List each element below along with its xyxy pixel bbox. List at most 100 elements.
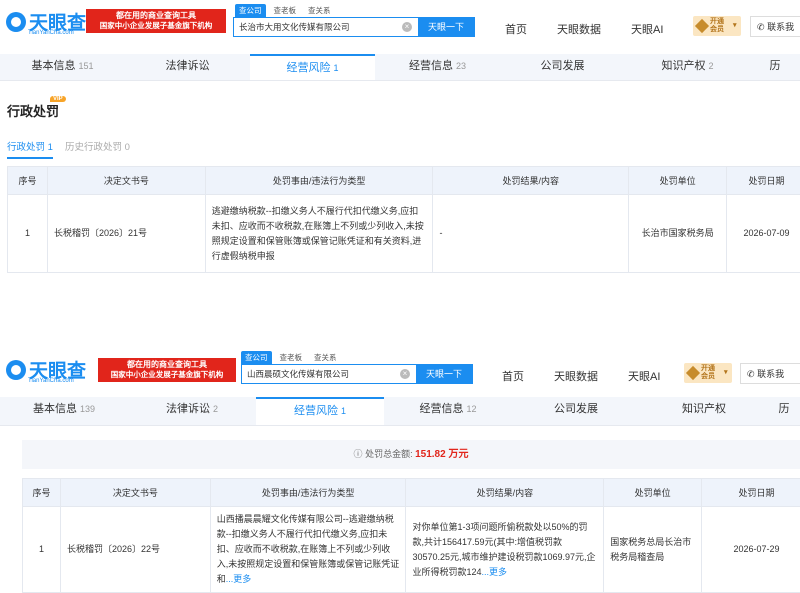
search-input[interactable]: 长治市大用文化传媒有限公司 × <box>234 18 418 36</box>
subtab-history-penalty[interactable]: 历史行政处罚 0 <box>65 139 130 159</box>
nav-ai[interactable]: 天眼AI <box>628 368 660 384</box>
section-title: 行政处罚 <box>7 104 59 119</box>
tab-label: 基本信息 <box>33 403 77 415</box>
tab-label: 经营信息 <box>419 403 463 415</box>
tab-boss-search[interactable]: 查老板 <box>270 4 301 17</box>
penalty-unit: 长治市国家税务局 <box>629 195 727 273</box>
tab-label: 公司发展 <box>541 60 585 72</box>
contact-button[interactable]: ✆ 联系我 <box>750 16 800 37</box>
tab-count: 1 <box>334 63 339 73</box>
tab-label: 知识产权 <box>661 60 705 72</box>
more-link[interactable]: ...更多 <box>482 567 508 577</box>
section-header: 行政处罚 VIP <box>7 101 59 120</box>
penalty-reason: 逃避缴纳税款--扣缴义务人不履行代扣代缴义务,应扣未扣、应收而不收税款,在账簿上… <box>205 195 433 273</box>
subtab-admin-penalty[interactable]: 行政处罚 1 <box>7 139 53 159</box>
doc-number-link[interactable]: 长税稽罚〔2026〕21号 <box>47 195 205 273</box>
logo-eye-icon <box>6 360 26 380</box>
penalty-summary: ⓘ 处罚总金额: 151.82 万元 <box>22 440 800 469</box>
table-row: 1 长税稽罚〔2026〕21号 逃避缴纳税款--扣缴义务人不履行代扣代缴义务,应… <box>8 195 800 273</box>
tab-1[interactable]: 法律诉讼 <box>125 54 250 80</box>
doc-number-link[interactable]: 长税稽罚〔2026〕22号 <box>60 507 210 593</box>
tab-company-search[interactable]: 查公司 <box>235 4 266 17</box>
tab-label: 法律诉讼 <box>166 403 210 415</box>
nav-ai[interactable]: 天眼AI <box>631 21 663 37</box>
tab-relation-search[interactable]: 查关系 <box>310 351 341 364</box>
penalty-total: 151.82 万元 <box>415 449 468 460</box>
tab-label: 法律诉讼 <box>166 60 210 72</box>
query-tabs: 查公司 查老板 查关系 <box>235 4 335 17</box>
tab-label: 历 <box>770 60 781 72</box>
main-tabs: 基本信息 151法律诉讼 经营风险 1经营信息 23公司发展 知识产权 2历 <box>0 54 800 81</box>
phone-icon: ✆ <box>747 369 755 379</box>
penalty-result: 对你单位第1-3项问题所偷税款处以50%的罚款,共计156417.59元(其中:… <box>406 507 604 593</box>
main-tabs: 基本信息 139法律诉讼 2经营风险 1经营信息 12公司发展 知识产权 历 <box>0 397 800 426</box>
penalty-date: 2026-07-09 <box>727 195 800 273</box>
nav-data[interactable]: 天眼数据 <box>557 21 601 37</box>
contact-button[interactable]: ✆ 联系我 <box>740 363 800 384</box>
diamond-icon <box>695 19 709 33</box>
clear-icon[interactable]: × <box>400 369 410 379</box>
vip-badge: VIP <box>50 96 66 102</box>
penalty-result: - <box>433 195 629 273</box>
tab-6[interactable]: 历 <box>768 397 800 425</box>
slogan-banner: 都在用的商业查询工具 国家中小企业发展子基金旗下机构 <box>98 358 236 382</box>
top-nav: 首页 天眼数据 天眼AI <box>505 21 663 37</box>
search-bar: 山西晨硕文化传媒有限公司 × 天眼一下 <box>241 364 473 384</box>
table-row: 1 长税稽罚〔2026〕22号 山西播晨晨耀文化传媒有限公司--逃避缴纳税款--… <box>23 507 800 593</box>
tab-5[interactable]: 知识产权 2 <box>625 54 750 80</box>
tab-relation-search[interactable]: 查关系 <box>304 4 335 17</box>
penalty-table: 序号 决定文书号 处罚事由/违法行为类型 处罚结果/内容 处罚单位 处罚日期 1… <box>22 478 800 593</box>
slogan-banner: 都在用的商业查询工具 国家中小企业发展子基金旗下机构 <box>86 9 226 33</box>
logo[interactable]: 天眼查 TianYanCha.com <box>6 8 86 35</box>
sub-tabs: 行政处罚 1 历史行政处罚 0 <box>7 139 130 159</box>
nav-home[interactable]: 首页 <box>505 21 527 37</box>
caret-down-icon: ▾ <box>733 22 737 30</box>
vip-button[interactable]: 开通会员 ▾ <box>693 16 741 36</box>
tab-3[interactable]: 经营信息 12 <box>384 397 512 425</box>
diamond-icon <box>686 366 700 380</box>
tab-count: 2 <box>709 61 714 71</box>
tab-5[interactable]: 知识产权 <box>640 397 768 425</box>
penalty-reason: 山西播晨晨耀文化传媒有限公司--逃避缴纳税款--扣缴义务人不履行代扣代缴义务,应… <box>210 507 406 593</box>
tab-count: 151 <box>79 61 94 71</box>
search-button[interactable]: 天眼一下 <box>416 365 472 383</box>
tab-2[interactable]: 经营风险 1 <box>256 397 384 425</box>
tab-4[interactable]: 公司发展 <box>500 54 625 80</box>
tab-boss-search[interactable]: 查老板 <box>276 351 307 364</box>
tab-1[interactable]: 法律诉讼 2 <box>128 397 256 425</box>
tab-0[interactable]: 基本信息 151 <box>0 54 125 80</box>
tab-3[interactable]: 经营信息 23 <box>375 54 500 80</box>
tab-count: 23 <box>456 61 466 71</box>
tab-label: 经营信息 <box>409 60 453 72</box>
clear-icon[interactable]: × <box>402 22 412 32</box>
nav-data[interactable]: 天眼数据 <box>554 368 598 384</box>
tab-0[interactable]: 基本信息 139 <box>0 397 128 425</box>
search-input[interactable]: 山西晨硕文化传媒有限公司 × <box>242 365 416 383</box>
search-bar: 长治市大用文化传媒有限公司 × 天眼一下 <box>233 17 475 37</box>
tab-label: 历 <box>779 403 790 415</box>
tab-label: 经营风险 <box>286 62 330 74</box>
query-tabs: 查公司 查老板 查关系 <box>241 351 341 364</box>
tab-label: 基本信息 <box>31 60 75 72</box>
tab-company-search[interactable]: 查公司 <box>241 351 272 364</box>
tab-count: 139 <box>80 404 95 414</box>
more-link[interactable]: ...更多 <box>226 574 252 584</box>
question-icon: ⓘ <box>354 449 363 459</box>
search-button[interactable]: 天眼一下 <box>418 18 474 36</box>
tab-label: 公司发展 <box>554 403 598 415</box>
logo-eye-icon <box>6 12 26 32</box>
table-header-row: 序号 决定文书号 处罚事由/违法行为类型 处罚结果/内容 处罚单位 处罚日期 <box>23 479 800 507</box>
tab-count: 2 <box>213 404 218 414</box>
penalty-date: 2026-07-29 <box>702 507 800 593</box>
row-index: 1 <box>8 195 48 273</box>
vip-button[interactable]: 开通会员 ▾ <box>684 363 732 383</box>
caret-down-icon: ▾ <box>724 369 728 377</box>
tab-6[interactable]: 历 <box>750 54 800 80</box>
logo[interactable]: 天眼查 TianYanCha.com <box>6 356 86 383</box>
penalty-unit: 国家税务总局长治市税务局稽查局 <box>604 507 702 593</box>
tab-count: 1 <box>341 406 346 416</box>
tab-2[interactable]: 经营风险 1 <box>250 54 375 80</box>
nav-home[interactable]: 首页 <box>502 368 524 384</box>
tab-4[interactable]: 公司发展 <box>512 397 640 425</box>
phone-icon: ✆ <box>757 22 765 32</box>
